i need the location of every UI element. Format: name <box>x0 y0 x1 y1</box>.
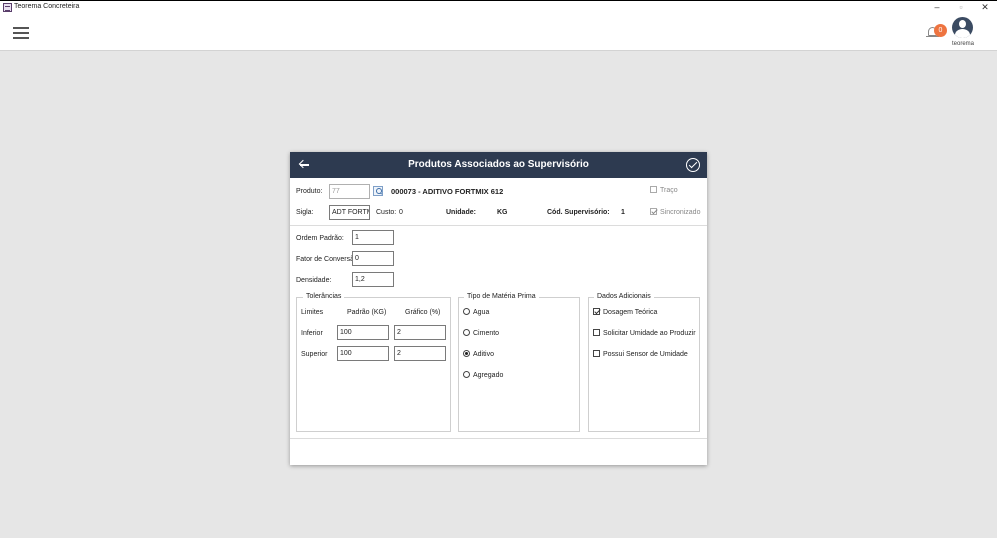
fator-conversao-input[interactable]: 0 <box>352 251 394 266</box>
possui-sensor-label: Possui Sensor de Umidade <box>603 351 688 358</box>
superior-padrao-input[interactable]: 100 <box>337 346 389 361</box>
tipo-materia-prima-group: Tipo de Matéria Prima Agua Cimento Aditi… <box>458 293 580 432</box>
produto-label: Produto: <box>296 188 323 195</box>
inferior-grafico-input[interactable]: 2 <box>394 325 446 340</box>
densidade-label: Densidade: <box>296 277 332 284</box>
ordem-padrao-label: Ordem Padrão: <box>296 235 344 242</box>
user-avatar-icon[interactable] <box>952 17 973 38</box>
produto-input[interactable]: 77 <box>329 184 370 199</box>
unidade-label: Unidade: <box>446 209 476 216</box>
tipo-materia-prima-legend: Tipo de Matéria Prima <box>464 293 539 300</box>
dosagem-teorica-checkbox[interactable] <box>593 308 600 315</box>
dialog-header: Produtos Associados ao Supervisório <box>290 152 707 178</box>
tolerancias-group: Tolerâncias Limites Padrão (KG) Gráfico … <box>296 293 451 432</box>
radio-cimento-label: Cimento <box>473 330 500 337</box>
footer-divider <box>290 438 707 439</box>
window-title: Teorema Concreteira <box>14 3 80 10</box>
radio-agua[interactable] <box>463 308 470 315</box>
maximize-button[interactable]: ▫ <box>949 1 973 15</box>
inferior-label: Inferior <box>301 330 323 337</box>
padrao-header: Padrão (KG) <box>347 309 387 316</box>
superior-grafico-input[interactable]: 2 <box>394 346 446 361</box>
ordem-padrao-input[interactable]: 1 <box>352 230 394 245</box>
minimize-button[interactable]: – <box>925 1 949 15</box>
notification-count-badge: 0 <box>934 24 947 37</box>
solicitar-umidade-checkbox[interactable] <box>593 329 600 336</box>
dosagem-teorica-label: Dosagem Teórica <box>603 309 658 316</box>
superior-label: Superior <box>301 351 328 358</box>
dados-adicionais-group: Dados Adicionais Dosagem Teórica Solicit… <box>588 293 700 432</box>
radio-aditivo-label: Aditivo <box>473 351 495 358</box>
cod-supervisorio-label: Cód. Supervisório: <box>547 209 610 216</box>
radio-agua-label: Agua <box>473 309 490 316</box>
grafico-header: Gráfico (%) <box>405 309 441 316</box>
sigla-label: Sigla: <box>296 209 314 216</box>
dados-adicionais-legend: Dados Adicionais <box>594 293 654 300</box>
produto-search-icon[interactable] <box>373 186 383 196</box>
close-window-button[interactable]: ✕ <box>973 1 997 15</box>
radio-cimento[interactable] <box>463 329 470 336</box>
app-logo-icon <box>3 3 12 12</box>
hamburger-menu-icon[interactable] <box>13 27 29 39</box>
section-divider <box>290 225 707 226</box>
fator-conversao-label: Fator de Conversão: <box>296 256 360 263</box>
radio-aditivo[interactable] <box>463 350 470 357</box>
window-titlebar: Teorema Concreteira – ▫ ✕ <box>0 0 997 14</box>
radio-agregado-label: Agregado <box>473 372 504 379</box>
custo-value: 0 <box>399 209 403 216</box>
sincronizado-checkbox[interactable] <box>650 208 657 215</box>
app-header: 0 teorema <box>0 14 997 51</box>
sincronizado-label: Sincronizado <box>660 209 701 216</box>
densidade-input[interactable]: 1,2 <box>352 272 394 287</box>
traco-checkbox[interactable] <box>650 186 657 193</box>
possui-sensor-checkbox[interactable] <box>593 350 600 357</box>
tolerancias-legend: Tolerâncias <box>303 293 345 300</box>
username-label: teorema <box>951 41 974 47</box>
radio-agregado[interactable] <box>463 371 470 378</box>
confirm-check-icon[interactable] <box>686 158 700 172</box>
solicitar-umidade-label: Solicitar Umidade ao Produzir <box>603 330 696 337</box>
produto-name: 000073 - ADITIVO FORTMIX 612 <box>391 187 504 196</box>
inferior-padrao-input[interactable]: 100 <box>337 325 389 340</box>
produtos-dialog: Produtos Associados ao Supervisório Prod… <box>290 152 707 465</box>
traco-label: Traço <box>660 187 678 194</box>
cod-supervisorio-value: 1 <box>621 209 625 216</box>
custo-label: Custo: <box>376 209 397 216</box>
limites-header: Limites <box>301 309 324 316</box>
dialog-title: Produtos Associados ao Supervisório <box>408 159 589 170</box>
unidade-value: KG <box>497 209 508 216</box>
sigla-input[interactable]: ADT FORTMI <box>329 205 370 220</box>
